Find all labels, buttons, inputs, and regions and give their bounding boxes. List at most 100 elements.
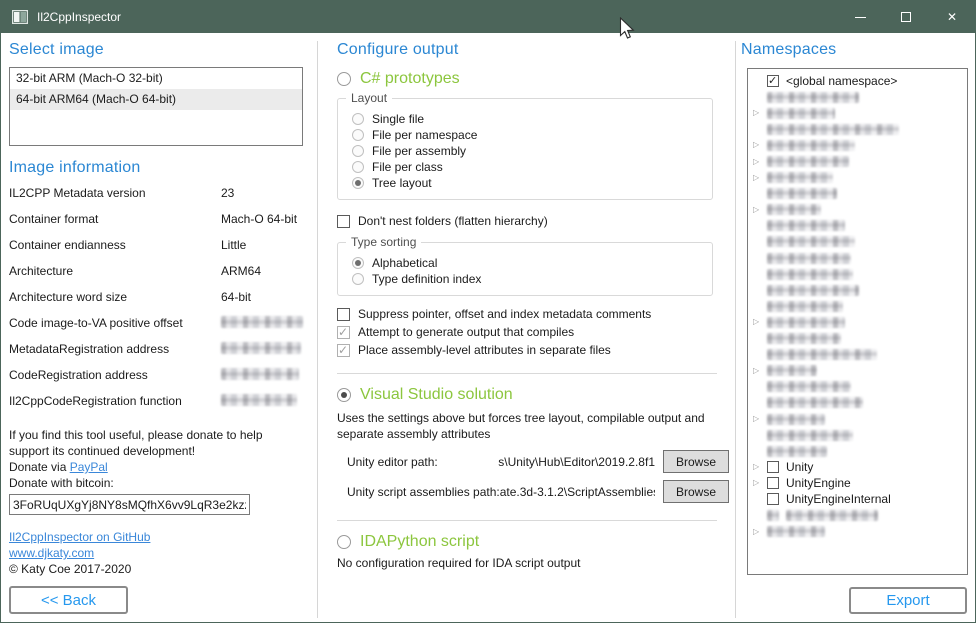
redacted-namespace-row[interactable] [748,508,967,524]
copyright-text: © Katy Coe 2017-2020 [9,561,303,577]
unity-editor-path-label: Unity editor path: [347,455,438,469]
redacted-namespace-row[interactable] [748,218,967,234]
github-link[interactable]: Il2CppInspector on GitHub [9,530,150,544]
redacted-namespace-row[interactable] [748,443,967,459]
app-window: Il2CppInspector ✕ Select image 32-bit AR… [0,0,976,623]
radio-option[interactable]: Tree layout [352,175,702,191]
redacted-namespace-row[interactable]: ▷ [748,314,967,330]
expander-icon[interactable]: ▷ [753,479,767,487]
expander-icon[interactable]: ▷ [753,463,767,471]
paypal-link[interactable]: PayPal [70,460,108,474]
radio-option[interactable]: Single file [352,111,702,127]
namespaces-panel: Namespaces <global namespace>▷▷▷▷▷▷▷▷▷Un… [741,41,971,575]
info-row: Container formatMach-O 64-bit [9,212,303,238]
redacted-namespace-row[interactable] [748,121,967,137]
redacted-namespace-row[interactable]: ▷ [748,137,967,153]
expander-icon[interactable]: ▷ [753,174,767,182]
redacted-namespace-row[interactable] [748,89,967,105]
donate-bitcoin-label: Donate with bitcoin: [9,476,114,490]
namespace-item[interactable]: ▷Unity [748,459,967,475]
expander-icon[interactable]: ▷ [753,206,767,214]
radio-icon [352,145,364,157]
donate-via-label: Donate via [9,460,70,474]
redacted-namespace-row[interactable] [748,282,967,298]
csharp-prototypes-option[interactable]: C# prototypes [337,68,729,89]
unity-editor-path-value[interactable]: s\Unity\Hub\Editor\2019.2.8f1 [438,455,655,469]
checkbox-row[interactable]: Suppress pointer, offset and index metad… [337,305,729,323]
radio-option[interactable]: File per namespace [352,127,702,143]
divider-right [735,41,736,618]
info-row: Architecture word size64-bit [9,290,303,316]
layout-groupbox: Layout Single fileFile per namespaceFile… [337,98,713,200]
visual-studio-option[interactable]: Visual Studio solution [337,384,729,405]
redacted-namespace-row[interactable]: ▷ [748,170,967,186]
image-list-item[interactable]: 32-bit ARM (Mach-O 32-bit) [10,68,302,89]
maximize-button[interactable] [883,1,929,33]
csharp-prototypes-radio[interactable] [337,72,351,86]
redacted-namespace-label [767,381,851,392]
namespace-item[interactable]: ▷UnityEngine [748,475,967,491]
namespace-checkbox[interactable] [767,461,779,473]
redacted-namespace-label [767,301,843,312]
redacted-namespace-row[interactable] [748,379,967,395]
expander-icon[interactable]: ▷ [753,109,767,117]
expander-icon[interactable]: ▷ [753,528,767,536]
back-button[interactable]: << Back [9,586,128,614]
close-button[interactable]: ✕ [929,1,975,33]
idapython-radio[interactable] [337,535,351,549]
idapython-option[interactable]: IDAPython script [337,531,729,552]
radio-icon [352,177,364,189]
mouse-cursor [619,17,635,41]
namespace-item[interactable]: UnityEngineInternal [748,491,967,507]
redacted-namespace-row[interactable] [748,250,967,266]
unity-assemblies-path-value[interactable]: ate.3d-3.1.2\ScriptAssemblies [500,485,655,499]
redacted-namespace-row[interactable]: ▷ [748,202,967,218]
expander-icon[interactable]: ▷ [753,415,767,423]
namespace-checkbox[interactable] [767,493,779,505]
redacted-namespace-row[interactable]: ▷ [748,105,967,121]
redacted-namespace-row[interactable]: ▷ [748,363,967,379]
radio-label: File per assembly [372,144,466,158]
redacted-namespace-row[interactable]: ▷ [748,524,967,540]
redacted-namespace-row[interactable]: ▷ [748,153,967,169]
redacted-namespace-row[interactable] [748,395,967,411]
info-row: CodeRegistration address [9,368,303,394]
namespace-checkbox[interactable] [767,477,779,489]
redacted-namespace-label [767,526,825,537]
redacted-namespace-label [767,124,899,135]
website-link[interactable]: www.djkaty.com [9,546,94,560]
expander-icon[interactable]: ▷ [753,158,767,166]
export-button[interactable]: Export [849,587,967,614]
checkbox-icon [337,308,350,321]
flatten-checkbox-row[interactable]: Don't nest folders (flatten hierarchy) [337,212,729,230]
radio-option[interactable]: Type definition index [352,271,702,287]
redacted-namespace-row[interactable]: ▷ [748,411,967,427]
radio-option[interactable]: Alphabetical [352,255,702,271]
redacted-value [221,342,301,354]
checkbox-row[interactable]: Place assembly-level attributes in separ… [337,341,729,359]
minimize-button[interactable] [837,1,883,33]
image-list-item[interactable]: 64-bit ARM64 (Mach-O 64-bit) [10,89,302,110]
expander-icon[interactable]: ▷ [753,141,767,149]
type-sorting-group-label: Type sorting [346,235,421,249]
expander-icon[interactable]: ▷ [753,367,767,375]
radio-option[interactable]: File per assembly [352,143,702,159]
image-listbox[interactable]: 32-bit ARM (Mach-O 32-bit)64-bit ARM64 (… [9,67,303,146]
redacted-namespace-row[interactable] [748,427,967,443]
browse-assemblies-button[interactable]: Browse [663,480,729,503]
redacted-namespace-row[interactable] [748,331,967,347]
redacted-namespace-row[interactable] [748,266,967,282]
redacted-namespace-row[interactable] [748,234,967,250]
redacted-namespace-row[interactable] [748,186,967,202]
radio-option[interactable]: File per class [352,159,702,175]
bitcoin-address-input[interactable] [9,494,250,515]
expander-icon[interactable]: ▷ [753,318,767,326]
namespaces-list[interactable]: <global namespace>▷▷▷▷▷▷▷▷▷Unity▷UnityEn… [747,68,968,575]
browse-editor-button[interactable]: Browse [663,450,729,473]
checkbox-row[interactable]: Attempt to generate output that compiles [337,323,729,341]
namespace-item[interactable]: <global namespace> [748,73,967,89]
redacted-namespace-row[interactable] [748,298,967,314]
visual-studio-radio[interactable] [337,388,351,402]
redacted-namespace-row[interactable] [748,347,967,363]
namespace-checkbox[interactable] [767,75,779,87]
